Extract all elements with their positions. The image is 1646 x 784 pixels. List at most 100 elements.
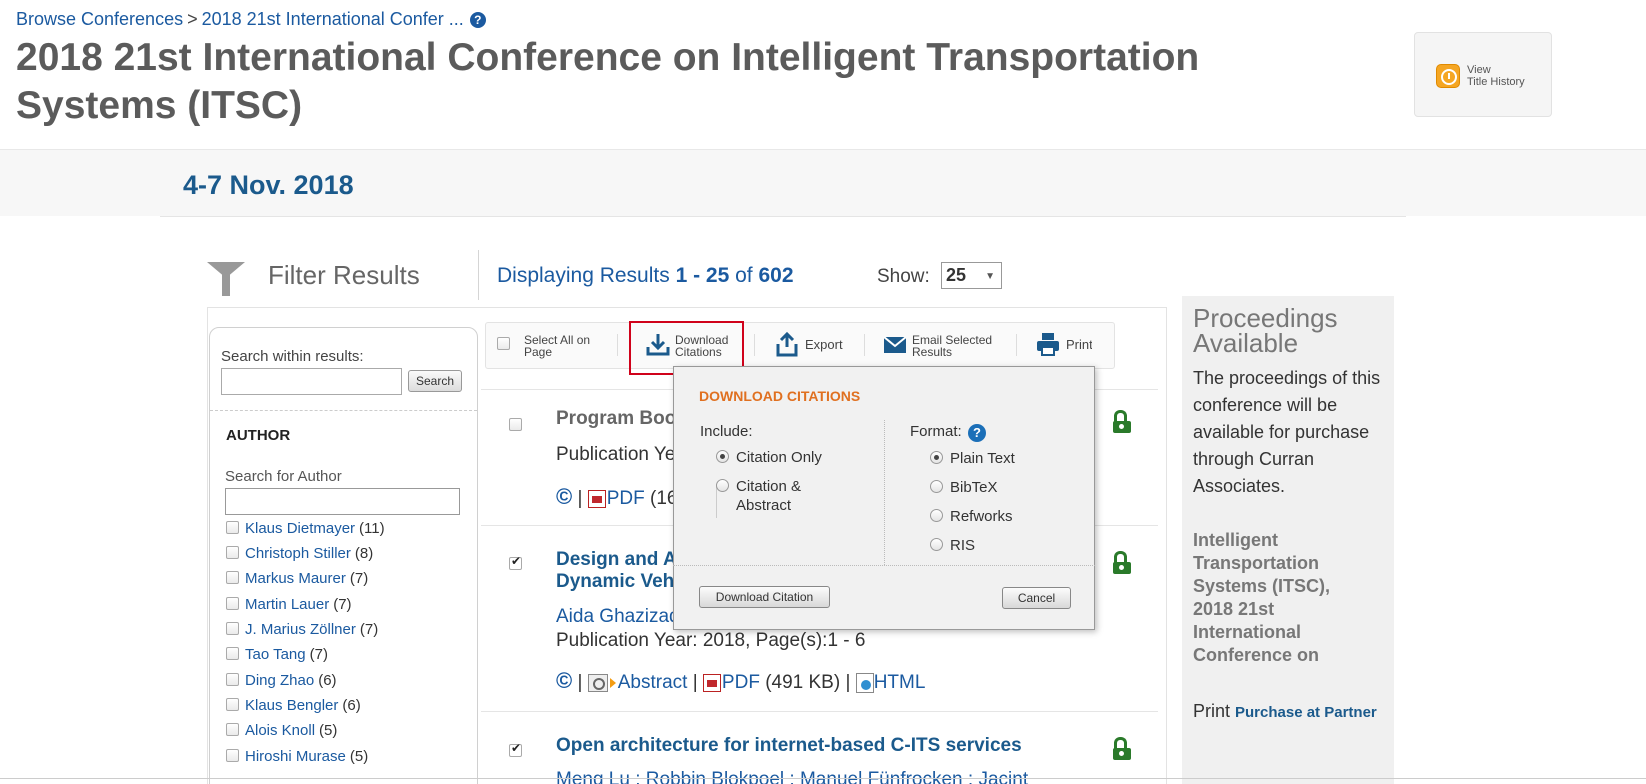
result-publication-info: Publication Ye [556, 444, 676, 465]
result-checkbox-checked[interactable]: ✔ [509, 554, 522, 570]
author-name[interactable]: Alois Knoll [245, 722, 315, 739]
open-access-lock-icon [1113, 737, 1131, 760]
pdf-link[interactable]: PDF [607, 488, 645, 509]
print-icon[interactable] [1036, 332, 1060, 356]
author-count: (5) [349, 748, 369, 765]
author-checkbox[interactable] [226, 673, 239, 686]
author-checkbox[interactable] [226, 749, 239, 762]
expand-triangle-icon[interactable] [609, 677, 616, 688]
filter-results-title: Filter Results [268, 260, 420, 290]
help-icon[interactable]: ? [469, 12, 486, 29]
author-checkbox[interactable] [226, 521, 239, 534]
result-links: © | PDF (16 [556, 484, 677, 510]
search-button[interactable]: Search [408, 370, 462, 392]
radio-button-selected[interactable] [930, 451, 943, 464]
popup-title: DOWNLOAD CITATIONS [699, 388, 861, 404]
radio-button[interactable] [716, 479, 729, 492]
print-button[interactable]: Print [1066, 339, 1092, 351]
author-count: (5) [319, 722, 338, 739]
result-authors[interactable]: Aida Ghazizad [556, 606, 680, 628]
author-checkbox[interactable] [226, 597, 239, 610]
abstract-link[interactable]: Abstract [618, 672, 688, 693]
view-title-history-button[interactable]: View Title History [1414, 32, 1552, 117]
results-count-prefix: Displaying Results [497, 264, 676, 287]
result-links: © | Abstract | PDF (491 KB) | HTML [556, 668, 925, 694]
author-name[interactable]: Hiroshi Murase [245, 748, 346, 765]
radio-button[interactable] [930, 509, 943, 522]
author-count: (7) [309, 646, 328, 663]
author-name[interactable]: Tao Tang [245, 646, 306, 663]
author-name[interactable]: Christoph Stiller [245, 545, 351, 562]
filter-icon-stem [222, 274, 230, 296]
search-within-input[interactable] [221, 368, 402, 395]
html-link[interactable]: HTML [874, 672, 926, 693]
include-label: Include: [700, 423, 753, 440]
results-range: 1 - 25 [675, 264, 730, 287]
author-name[interactable]: Markus Maurer [245, 570, 346, 587]
link-separator: | [692, 672, 698, 693]
author-checkbox[interactable] [226, 647, 239, 660]
result-checkbox-checked[interactable]: ✔ [509, 741, 522, 757]
format-label: Format: [910, 423, 962, 440]
pdf-size: (491 KB) [765, 672, 841, 693]
copyright-icon[interactable]: © [556, 668, 572, 693]
result-title[interactable]: Program Boo [556, 408, 676, 430]
author-search-input[interactable] [225, 488, 460, 515]
email-selected-button[interactable]: Email Selected Results [912, 334, 992, 358]
author-checkbox[interactable] [226, 546, 239, 559]
pdf-link[interactable]: PDF [722, 672, 760, 693]
breadcrumb-browse-conferences[interactable]: Browse Conferences [16, 9, 183, 29]
result-publication-info: Publication Year: 2018, Page(s):1 - 6 [556, 630, 866, 651]
result-title-line1[interactable]: Design and A [556, 549, 677, 571]
select-all-checkbox[interactable] [497, 337, 510, 350]
author-checkbox[interactable] [226, 622, 239, 635]
author-checkbox[interactable] [226, 698, 239, 711]
author-count: (6) [318, 672, 337, 689]
radio-label-line1: Citation & [736, 478, 802, 495]
author-count: (7) [359, 621, 379, 638]
results-per-page-select[interactable]: 25 ▼ [941, 262, 1002, 289]
proceedings-print: Print Purchase at Partner [1193, 698, 1388, 726]
radio-button-selected[interactable] [716, 450, 729, 463]
format-help-icon[interactable]: ? [968, 424, 986, 442]
author-count: (6) [342, 697, 361, 714]
breadcrumb-current[interactable]: 2018 21st International Confer ... [202, 9, 464, 29]
header-divider [478, 250, 479, 300]
author-name[interactable]: J. Marius Zöllner [245, 621, 356, 638]
result-title[interactable]: Open architecture for internet-based C-I… [556, 735, 1022, 757]
results-count: Displaying Results 1 - 25 of 602 [497, 264, 794, 288]
abstract-magnifier-icon[interactable] [587, 673, 608, 692]
export-button[interactable]: Export [805, 338, 843, 351]
select-all-label[interactable]: Select All on Page [524, 334, 590, 358]
copyright-icon[interactable]: © [556, 484, 572, 509]
result-checkbox[interactable] [509, 418, 522, 431]
results-per-page-value: 25 [946, 265, 967, 285]
conference-date: 4-7 Nov. 2018 [183, 170, 354, 200]
author-name[interactable]: Klaus Dietmayer [245, 520, 355, 537]
radio-button[interactable] [930, 538, 943, 551]
email-icon[interactable] [884, 337, 906, 353]
result-title-line2[interactable]: Dynamic Veh [556, 571, 677, 593]
purchase-at-partner-link[interactable]: Purchase at Partner [1235, 704, 1377, 721]
pdf-icon[interactable] [702, 673, 721, 692]
radio-label: Citation Only [736, 449, 822, 466]
download-citation-button[interactable]: Download Citation [699, 586, 830, 608]
author-count: (11) [359, 520, 385, 537]
result-title[interactable]: Design and A Dynamic Veh [556, 549, 677, 593]
author-name[interactable]: Klaus Bengler [245, 697, 338, 714]
radio-button[interactable] [930, 480, 943, 493]
author-name[interactable]: Martin Lauer [245, 596, 329, 613]
popup-divider [884, 420, 885, 565]
author-checkbox[interactable] [226, 571, 239, 584]
cancel-button[interactable]: Cancel [1002, 587, 1071, 609]
radio-label: Refworks [950, 508, 1013, 525]
html-icon[interactable] [855, 672, 874, 693]
link-separator: | [845, 672, 851, 693]
result-authors[interactable]: Meng Lu ; Robbin Blokpoel ; Manuel Fünfr… [556, 769, 1028, 784]
pdf-icon[interactable] [587, 489, 606, 508]
link-separator: | [577, 672, 583, 693]
author-checkbox[interactable] [226, 723, 239, 736]
radio-label: Citation & Abstract [736, 477, 801, 515]
export-icon[interactable] [776, 331, 798, 357]
author-name[interactable]: Ding Zhao [245, 672, 314, 689]
